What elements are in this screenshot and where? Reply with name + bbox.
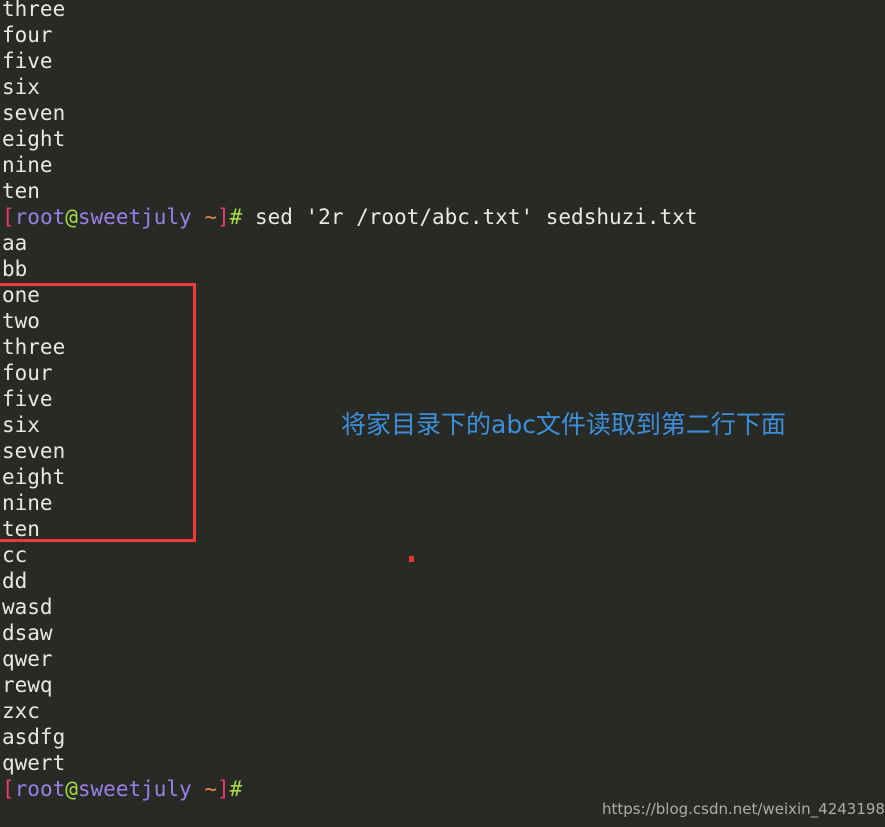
prompt-hostname: sweetjuly [77, 205, 192, 229]
terminal-line: dd [2, 569, 28, 593]
terminal-line: qwert [2, 751, 66, 775]
terminal-line: dsaw [2, 621, 53, 645]
command-text: sed '2r /root/abc.txt' sedshuzi.txt [254, 205, 698, 229]
terminal-line: aa [2, 231, 28, 255]
terminal-line-highlighted: one [2, 283, 40, 307]
terminal-line: seven [2, 101, 66, 125]
terminal-output-area[interactable]: three four five six seven eight nine ten… [0, 0, 885, 802]
terminal-line-highlighted: nine [2, 491, 53, 515]
prompt-close-bracket: ] [217, 777, 230, 801]
terminal-line: cc [2, 543, 28, 567]
prompt-close-bracket: ] [217, 205, 230, 229]
terminal-line: three [2, 0, 66, 21]
terminal-line: ten [2, 179, 40, 203]
terminal-line: four [2, 23, 53, 47]
prompt-user: root [14, 205, 66, 229]
prompt-open-bracket: [ [2, 777, 15, 801]
terminal-line-highlighted: eight [2, 465, 66, 489]
terminal-screenshot: three four five six seven eight nine ten… [0, 0, 885, 827]
watermark-url: https://blog.csdn.net/weixin_42431980 [602, 800, 885, 818]
terminal-line: zxc [2, 699, 40, 723]
prompt-open-bracket: [ [2, 205, 15, 229]
prompt-cwd-tilde: ~ [204, 777, 217, 801]
prompt-space-2 [242, 205, 255, 229]
terminal-line: eight [2, 127, 66, 151]
terminal-line-highlighted: four [2, 361, 53, 385]
red-dot-marker [409, 556, 414, 562]
terminal-line: wasd [2, 595, 53, 619]
terminal-line: five [2, 49, 53, 73]
terminal-line: rewq [2, 673, 53, 697]
prompt-at-symbol: @ [65, 777, 78, 801]
terminal-line: asdfg [2, 725, 66, 749]
prompt-hash-symbol: # [229, 205, 243, 229]
terminal-line: six [2, 75, 40, 99]
terminal-line: bb [2, 257, 28, 281]
annotation-note: 将家目录下的abc文件读取到第二行下面 [341, 410, 786, 439]
prompt-hash-symbol: # [229, 777, 243, 801]
terminal-line: qwer [2, 647, 53, 671]
terminal-line-highlighted: seven [2, 439, 66, 463]
prompt-user: root [14, 777, 66, 801]
terminal-line-highlighted: three [2, 335, 66, 359]
terminal-line-highlighted: two [2, 309, 40, 333]
terminal-line-highlighted: ten [2, 517, 40, 541]
prompt-hostname: sweetjuly [77, 777, 192, 801]
prompt-cwd-tilde: ~ [204, 205, 217, 229]
command-prompt-line[interactable]: [root@sweetjuly ~]# sed '2r /root/abc.tx… [2, 204, 885, 230]
terminal-line: nine [2, 153, 53, 177]
prompt-at-symbol: @ [65, 205, 78, 229]
